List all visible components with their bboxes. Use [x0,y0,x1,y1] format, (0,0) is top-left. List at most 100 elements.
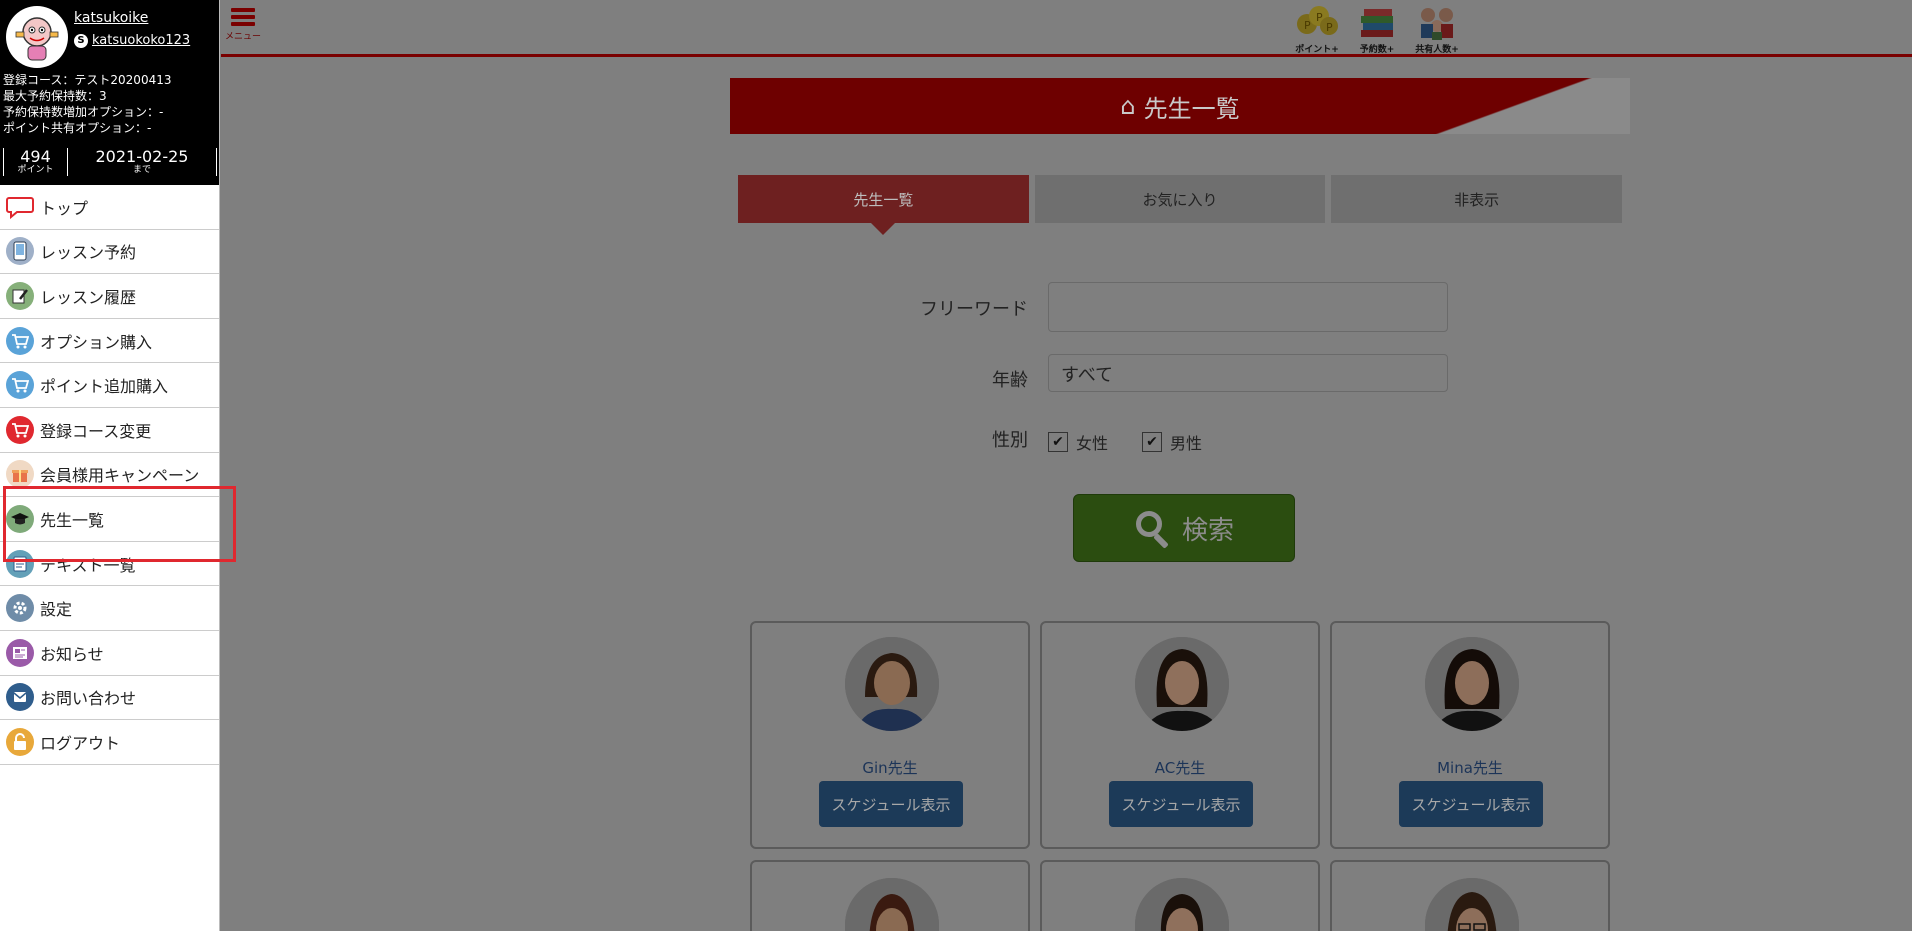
add-reservations-label: 予約数+ [1359,45,1395,55]
teacher-name[interactable]: Gin先生 [752,757,1028,778]
gift-icon [6,460,34,489]
sidebar-item-point-purchase[interactable]: ポイント追加購入 [0,363,219,408]
sidebar-item-label: 設定 [40,600,73,620]
search-button[interactable]: 検索 [1073,494,1295,562]
teacher-photo[interactable] [1135,637,1229,731]
sidebar-item-settings[interactable]: 設定 [0,586,219,631]
teacher-name[interactable]: AC先生 [1042,757,1318,778]
teacher-photo[interactable] [1135,878,1229,931]
mail-icon [6,683,34,712]
add-points-button[interactable]: P P P ポイント+ [1287,2,1347,55]
keyword-label: フリーワード [920,299,1028,320]
menu-label: メニュー [225,32,262,42]
schedule-button[interactable]: スケジュール表示 [1109,781,1253,827]
points-stat: 494 ポイント [3,148,67,176]
tab-hidden[interactable]: 非表示 [1331,175,1623,223]
sidebar-item-label: レッスン履歴 [40,287,137,307]
account-info: 登録コース：テスト20200413 最大予約保持数：3 予約保持数増加オプション… [3,72,171,136]
home-icon: ⌂ [1120,92,1136,120]
keyword-input[interactable] [1048,282,1448,332]
skype-icon: S [74,33,88,48]
menu-button[interactable]: メニュー [225,8,261,42]
add-points-label: ポイント+ [1295,45,1339,55]
sidebar-item-label: トップ [40,198,89,218]
expiry-stat: 2021-02-25 まで [67,148,217,176]
info-reservation-option: 予約保持数増加オプション：- [3,105,164,119]
search-icon [1134,509,1172,549]
family-icon [1421,8,1453,40]
age-select[interactable]: すべて [1048,354,1448,392]
teacher-name[interactable]: Mina先生 [1332,757,1608,778]
teacher-photo[interactable] [845,878,939,931]
gear-icon [6,594,34,623]
sidebar-menu: トップ レッスン予約 レッスン履歴 オプション購入 ポイント追加購入 登録コース… [0,185,219,765]
male-option[interactable]: ✔ 男性 [1142,430,1202,454]
sidebar: katsukoike S katsuokoko123 登録コース：テスト2020… [0,0,220,931]
add-share-button[interactable]: 共有人数+ [1407,2,1467,55]
female-checkbox[interactable]: ✔ [1048,432,1068,452]
teacher-card [1330,860,1610,931]
sidebar-item-lesson-history[interactable]: レッスン履歴 [0,274,219,319]
schedule-button[interactable]: スケジュール表示 [1399,781,1543,827]
gender-label: 性別 [992,430,1028,451]
skype-row[interactable]: S katsuokoko123 [74,33,190,48]
sidebar-item-label: レッスン予約 [40,243,137,263]
sidebar-item-label: ポイント追加購入 [40,377,169,397]
teacher-card: AC先生 スケジュール表示 [1040,621,1320,849]
pen-icon [6,281,34,310]
tab-favorites[interactable]: お気に入り [1034,175,1326,223]
sidebar-item-top[interactable]: トップ [0,185,219,230]
top-bar: メニュー P P P ポイント+ 予約数+ 共有人数+ [221,0,1912,57]
books-icon [1361,9,1393,37]
age-label: 年齢 [992,370,1028,391]
info-point-share-option: ポイント共有オプション：- [3,121,152,135]
svg-text:P: P [1316,11,1323,24]
info-max-reservations: 最大予約保持数：3 [3,89,107,103]
tab-teacher-list[interactable]: 先生一覧 [738,175,1029,235]
skype-id-link[interactable]: katsuokoko123 [92,33,190,48]
teacher-photo[interactable] [1425,637,1519,731]
sidebar-item-label: ログアウト [40,733,121,753]
avatar[interactable] [6,6,68,68]
sidebar-item-news[interactable]: お知らせ [0,630,219,676]
svg-text:P: P [1326,21,1333,34]
sidebar-item-contact[interactable]: お問い合わせ [0,675,219,721]
sidebar-item-label: 会員様用キャンペーン [40,466,200,486]
page-title-banner: ⌂ 先生一覧 [730,78,1630,134]
points-unit: ポイント [17,165,54,175]
teacher-photo[interactable] [1425,878,1519,931]
schedule-button[interactable]: スケジュール表示 [819,781,963,827]
svg-text:P: P [1304,19,1311,32]
search-button-label: 検索 [1181,515,1234,546]
hamburger-icon [231,8,255,29]
add-reservations-button[interactable]: 予約数+ [1347,2,1407,55]
expiry-date: 2021-02-25 [95,147,189,166]
account-stats: 494 ポイント 2021-02-25 まで [3,148,217,176]
speech-bubble-icon [6,192,34,221]
tab-bar: 先生一覧 お気に入り 非表示 [738,175,1623,235]
username-link[interactable]: katsukoike [74,10,148,26]
banner-stripe [1350,78,1630,134]
cart-icon [6,415,34,444]
sidebar-item-logout[interactable]: ログアウト [0,720,219,765]
cart-icon [6,326,34,355]
cart-icon [6,371,34,400]
female-option[interactable]: ✔ 女性 [1048,430,1108,454]
points-value: 494 [20,147,51,166]
info-course: 登録コース：テスト20200413 [3,73,172,87]
teacher-card: Gin先生 スケジュール表示 [750,621,1030,849]
phone-icon [6,237,34,266]
add-share-label: 共有人数+ [1415,45,1459,55]
points-icon: P P P [1297,6,1338,35]
sidebar-item-label: お知らせ [40,644,104,664]
sidebar-item-option-purchase[interactable]: オプション購入 [0,318,219,364]
sidebar-item-lesson-reservation[interactable]: レッスン予約 [0,229,219,275]
sidebar-item-course-change[interactable]: 登録コース変更 [0,407,219,453]
sidebar-item-label: オプション購入 [40,332,153,352]
teacher-card [750,860,1030,931]
teacher-photo[interactable] [845,637,939,731]
male-checkbox[interactable]: ✔ [1142,432,1162,452]
lock-icon [6,727,34,756]
profile-panel: katsukoike S katsuokoko123 登録コース：テスト2020… [0,0,219,185]
female-label: 女性 [1076,434,1109,453]
